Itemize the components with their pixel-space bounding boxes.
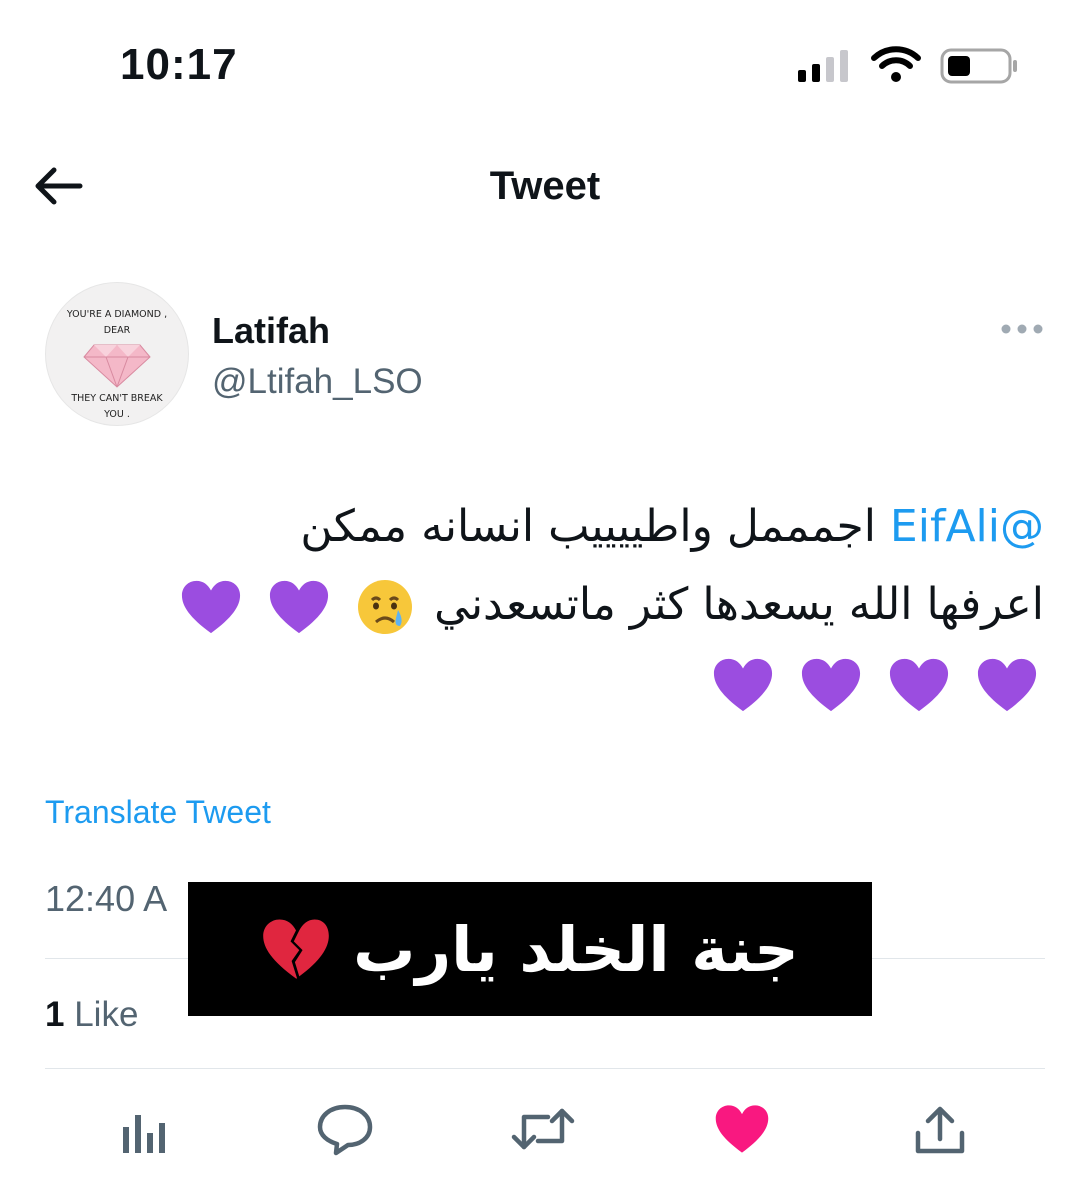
purple-heart-icon xyxy=(270,580,329,634)
likes-number: 1 xyxy=(45,995,65,1034)
retweet-icon[interactable] xyxy=(510,1103,576,1155)
purple-heart-icon xyxy=(713,658,773,712)
share-icon[interactable] xyxy=(912,1103,968,1157)
status-time: 10:17 xyxy=(120,40,238,89)
avatar-text-2: DEAR xyxy=(104,325,131,336)
tweet-text-line1: اجمممل واطييييب انسانه ممكن xyxy=(300,501,876,552)
wifi-icon xyxy=(871,46,921,82)
reply-icon[interactable] xyxy=(316,1103,374,1157)
page-title: Tweet xyxy=(489,164,601,208)
likes-label: Like xyxy=(74,995,139,1034)
avatar-text-3: THEY CAN'T BREAK xyxy=(70,393,163,404)
tweet-timestamp: 12:40 A xyxy=(45,878,168,919)
like-heart-icon[interactable] xyxy=(714,1103,770,1155)
author-name[interactable]: Latifah xyxy=(212,310,330,352)
mention-link[interactable]: @EifAli xyxy=(890,501,1044,552)
broken-heart-icon xyxy=(263,919,329,979)
avatar-text-1: YOU'RE A DIAMOND , xyxy=(66,309,167,320)
translate-tweet-link[interactable]: Translate Tweet xyxy=(45,794,271,831)
caption-text: جنة الخلد يارب xyxy=(353,912,799,986)
analytics-icon[interactable] xyxy=(120,1103,170,1155)
purple-heart-icon xyxy=(977,658,1037,712)
avatar-text-4: YOU . xyxy=(103,409,130,420)
tweet-text: @EifAli اجمممل واطييييب انسانه ممكن اعرف… xyxy=(104,488,1044,722)
purple-heart-icon xyxy=(801,658,861,712)
divider xyxy=(45,1068,1045,1069)
caption-overlay-content: جنة الخلد يارب xyxy=(188,882,872,1016)
more-options-icon[interactable] xyxy=(1000,322,1044,336)
avatar[interactable]: YOU'RE A DIAMOND , DEAR THEY CAN'T BREAK… xyxy=(45,282,189,426)
tweet-line-2: اعرفها الله يسعدها كثر ماتسعدني xyxy=(104,566,1044,644)
crying-face-icon xyxy=(358,580,413,634)
signal-icon xyxy=(798,50,848,82)
author-handle[interactable]: @Ltifah_LSO xyxy=(212,362,423,402)
purple-heart-icon xyxy=(889,658,949,712)
tweet-line-1: @EifAli اجمممل واطييييب انسانه ممكن xyxy=(104,488,1044,566)
tweet-text-line2: اعرفها الله يسعدها كثر ماتسعدني xyxy=(434,579,1044,630)
purple-heart-icon xyxy=(182,580,241,634)
tweet-line-3 xyxy=(104,644,1044,722)
diamond-avatar-image: YOU'RE A DIAMOND , DEAR THEY CAN'T BREAK… xyxy=(66,309,167,420)
battery-icon xyxy=(940,48,1017,84)
likes-count[interactable]: 1 Like xyxy=(45,995,138,1035)
